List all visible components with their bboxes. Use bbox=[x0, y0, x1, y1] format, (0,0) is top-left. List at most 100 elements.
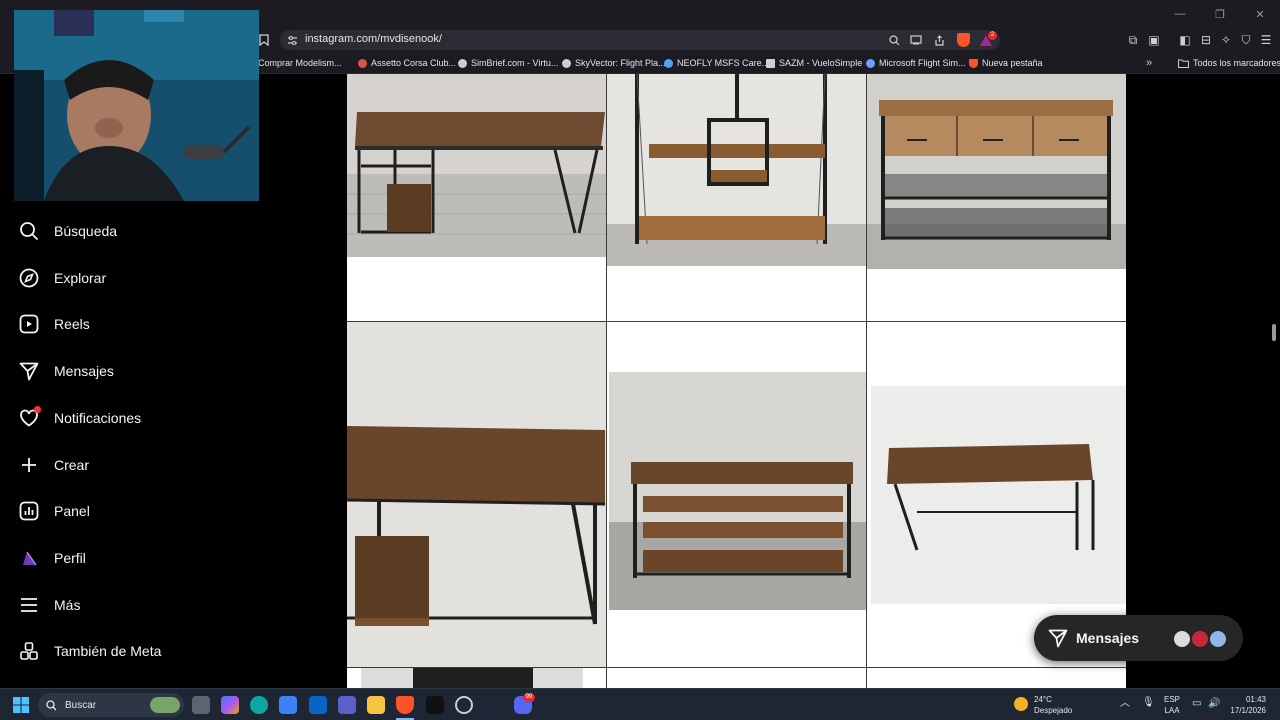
webcam-image bbox=[14, 10, 259, 201]
weather-widget[interactable]: 24°C Despejado bbox=[1034, 694, 1072, 716]
site-settings-icon[interactable] bbox=[284, 32, 300, 48]
brave-shields-icon[interactable] bbox=[957, 33, 970, 47]
post-thumbnail[interactable] bbox=[867, 74, 1126, 321]
wallet-icon[interactable]: ▣ bbox=[1145, 31, 1163, 49]
maximize-icon[interactable]: ❐ bbox=[1200, 0, 1240, 28]
post-thumbnail[interactable] bbox=[867, 668, 1126, 688]
network-icon[interactable]: ▭ bbox=[1192, 698, 1201, 709]
bookmark-item[interactable]: Comprar Modelism... bbox=[258, 56, 342, 70]
windows-start-icon[interactable] bbox=[13, 697, 29, 713]
search-highlight-icon bbox=[150, 697, 180, 713]
tray-overflow-icon[interactable]: ︿ bbox=[1120, 698, 1130, 709]
avatar-icon bbox=[18, 547, 40, 569]
store-icon[interactable] bbox=[279, 696, 297, 714]
all-bookmarks-folder[interactable]: Todos los marcadores bbox=[1178, 56, 1280, 70]
post-thumbnail[interactable] bbox=[347, 74, 606, 321]
sidebar-item-mensajes[interactable]: Mensajes bbox=[18, 356, 114, 386]
messages-floating-button[interactable]: Mensajes bbox=[1034, 615, 1243, 661]
leo-ai-icon[interactable]: ✧ bbox=[1217, 31, 1235, 49]
compass-icon bbox=[18, 267, 40, 289]
notification-dot bbox=[34, 406, 41, 413]
sidebar-item-label: Notificaciones bbox=[54, 410, 142, 426]
sidebar-item-tambien-de-meta[interactable]: También de Meta bbox=[18, 636, 161, 666]
obs-icon[interactable] bbox=[455, 696, 473, 714]
search-placeholder: Buscar bbox=[65, 699, 97, 711]
bookmark-favicon-icon bbox=[358, 58, 367, 68]
clock-time: 01:43 bbox=[1245, 695, 1266, 704]
bookmark-item[interactable]: Microsoft Flight Sim... bbox=[866, 56, 966, 70]
brave-icon[interactable] bbox=[396, 696, 414, 714]
file-explorer-icon[interactable] bbox=[367, 696, 385, 714]
volume-icon[interactable]: 🔊 bbox=[1208, 698, 1220, 709]
search-icon bbox=[18, 220, 40, 242]
weather-moon-icon[interactable] bbox=[1014, 697, 1028, 711]
sidebar-item-label: Explorar bbox=[54, 270, 107, 286]
post-thumbnail[interactable] bbox=[607, 322, 866, 667]
menu-hamburger-icon[interactable]: ☰ bbox=[1257, 31, 1275, 49]
clock[interactable]: 01:43 17/1/2026 bbox=[1226, 694, 1266, 716]
share-icon[interactable] bbox=[931, 32, 947, 48]
vpn-shield-icon[interactable]: ⛉ bbox=[1237, 31, 1255, 49]
bookmark-item[interactable]: NEOFLY MSFS Care... bbox=[664, 56, 769, 70]
page-scrollbar[interactable] bbox=[1272, 324, 1276, 341]
minimize-icon[interactable]: — bbox=[1160, 0, 1200, 28]
bookmark-item[interactable]: SkyVector: Flight Pla... bbox=[562, 56, 666, 70]
edge-icon[interactable] bbox=[250, 696, 268, 714]
sidebar-item-label: Crear bbox=[54, 457, 90, 473]
sidebar-item-label: Panel bbox=[54, 503, 90, 519]
close-icon[interactable]: ✕ bbox=[1240, 0, 1280, 28]
sidebar-item-label: Más bbox=[54, 597, 81, 613]
sidebar-item-panel[interactable]: Panel bbox=[18, 496, 90, 526]
taskbar-search[interactable]: Buscar bbox=[38, 693, 184, 717]
avatar bbox=[1190, 629, 1210, 649]
steam-icon[interactable] bbox=[484, 696, 502, 714]
sidebar-item-busqueda[interactable]: Búsqueda bbox=[18, 216, 117, 246]
tab-search-icon[interactable]: ⊟ bbox=[1197, 31, 1215, 49]
cast-icon[interactable] bbox=[908, 32, 924, 48]
language-indicator[interactable]: ESP LAA bbox=[1164, 694, 1180, 716]
rewards-badge: 2 bbox=[988, 31, 997, 40]
bookmark-item[interactable]: Assetto Corsa Club... bbox=[358, 56, 456, 70]
sidebar-toggle-icon[interactable]: ◧ bbox=[1176, 31, 1194, 49]
address-bar[interactable]: instagram.com/mvdisenook/ 2 bbox=[280, 30, 1000, 50]
sidebar-item-reels[interactable]: Reels bbox=[18, 309, 90, 339]
grid-divider bbox=[347, 321, 1126, 322]
task-view-icon[interactable] bbox=[192, 696, 210, 714]
bookmark-favicon-icon bbox=[866, 58, 875, 68]
post-thumbnail[interactable] bbox=[347, 668, 606, 688]
zoom-icon[interactable] bbox=[886, 32, 902, 48]
bookmark-item[interactable]: SAZM - VueloSimple bbox=[766, 56, 862, 70]
bookmarks-overflow-icon[interactable]: » bbox=[1146, 56, 1152, 70]
extensions-icon[interactable]: ⧉ bbox=[1124, 31, 1142, 49]
sidebar-item-crear[interactable]: Crear bbox=[18, 450, 89, 480]
microphone-icon[interactable]: 🎙 bbox=[1142, 697, 1155, 708]
bookmark-item[interactable]: SimBrief.com - Virtu... bbox=[458, 56, 558, 70]
profile-post-grid bbox=[347, 74, 1126, 688]
desk-photo bbox=[347, 322, 606, 667]
avatar bbox=[1172, 629, 1192, 649]
sidebar-item-label: Mensajes bbox=[54, 363, 114, 379]
sidebar-item-explorar[interactable]: Explorar bbox=[18, 263, 106, 293]
bookmark-favicon-icon bbox=[766, 58, 775, 68]
bookmark-favicon-icon bbox=[562, 58, 571, 68]
bookshelf-photo bbox=[607, 322, 866, 667]
sidebar-item-perfil[interactable]: Perfil bbox=[18, 543, 86, 573]
copilot-icon[interactable] bbox=[221, 696, 239, 714]
teams-icon[interactable] bbox=[338, 696, 356, 714]
folder-icon bbox=[1178, 59, 1189, 68]
post-thumbnail[interactable] bbox=[607, 74, 866, 321]
chart-icon bbox=[18, 500, 40, 522]
post-thumbnail[interactable] bbox=[347, 322, 606, 667]
tiktok-icon[interactable] bbox=[426, 696, 444, 714]
windows-taskbar: Buscar 99 24°C Despejado ︿ 🎙 ESP LAA ▭ 🔊… bbox=[0, 688, 1280, 720]
messages-label: Mensajes bbox=[1076, 630, 1140, 646]
post-thumbnail[interactable] bbox=[607, 668, 866, 688]
bookmark-favicon-icon bbox=[664, 58, 673, 68]
sidebar-item-label: Reels bbox=[54, 316, 90, 332]
search-icon bbox=[46, 699, 57, 710]
bookmark-item[interactable]: Nueva pestaña bbox=[969, 56, 1043, 70]
weather-desc: Despejado bbox=[1034, 706, 1073, 715]
sidebar-item-notificaciones[interactable]: Notificaciones bbox=[18, 403, 141, 433]
sidebar-item-mas[interactable]: Más bbox=[18, 590, 80, 620]
outlook-icon[interactable] bbox=[309, 696, 327, 714]
